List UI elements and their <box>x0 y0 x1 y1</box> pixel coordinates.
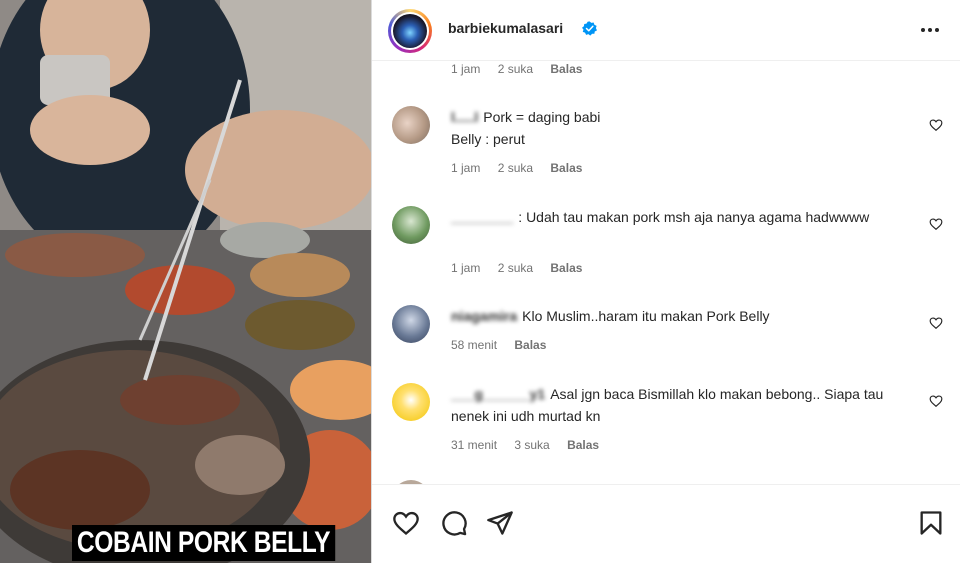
post-username[interactable]: barbiekumalasari <box>448 20 563 36</box>
profile-avatar[interactable] <box>388 9 432 53</box>
reply-button[interactable]: Balas <box>550 62 582 76</box>
comment-meta: 1 jam 2 suka Balas <box>451 161 596 175</box>
post-caption-overlay: COBAIN PORK BELLY <box>72 525 336 561</box>
commenter-avatar[interactable] <box>392 106 430 144</box>
comment-meta: 58 menit Balas <box>451 338 560 352</box>
comment-meta: 1 jam 2 suka Balas <box>451 261 596 275</box>
comment-likes[interactable]: 3 suka <box>514 438 549 452</box>
comment-likes[interactable]: 2 suka <box>498 62 533 76</box>
heart-icon[interactable] <box>929 217 943 231</box>
share-icon[interactable] <box>486 509 514 537</box>
comments-list[interactable]: 1 jam 2 suka Balas l.....l Pork = daging … <box>372 60 960 484</box>
comment-body: ________ : Udah tau makan pork msh aja na… <box>451 206 896 228</box>
commenter-avatar[interactable] <box>392 206 430 244</box>
comment-body: l.....l Pork = daging babi Belly : perut <box>451 106 896 150</box>
comment-body: ___g______y1 Asal jgn baca Bismillah klo … <box>451 383 896 427</box>
comment-time: 58 menit <box>451 338 498 352</box>
commenter-name[interactable]: niagamira <box>451 305 517 327</box>
comment-time: 31 menit <box>451 438 498 452</box>
commenter-avatar[interactable] <box>392 383 430 421</box>
reply-button[interactable]: Balas <box>567 438 599 452</box>
comment-meta: 1 jam 2 suka Balas <box>451 62 596 76</box>
more-options-icon[interactable] <box>920 20 940 40</box>
heart-icon[interactable] <box>929 394 943 408</box>
reply-button[interactable]: Balas <box>514 338 546 352</box>
bookmark-icon[interactable] <box>917 509 945 537</box>
comment-likes[interactable]: 2 suka <box>498 161 533 175</box>
commenter-avatar[interactable] <box>392 305 430 343</box>
heart-icon[interactable] <box>929 316 943 330</box>
comment-likes[interactable]: 2 suka <box>498 261 533 275</box>
reply-button[interactable]: Balas <box>550 261 582 275</box>
reply-button[interactable]: Balas <box>550 161 582 175</box>
comment-time: 1 jam <box>451 261 481 275</box>
commenter-name[interactable]: ___g______y1 <box>451 383 545 405</box>
comment-body: niagamira Klo Muslim..haram itu makan Por… <box>451 305 896 327</box>
heart-icon[interactable] <box>929 118 943 132</box>
comment-text: : Udah tau makan pork msh aja nanya agam… <box>518 209 870 225</box>
post-photo <box>0 0 371 563</box>
comment-meta: 31 menit 3 suka Balas <box>451 438 613 452</box>
commenter-name[interactable]: ________ <box>451 206 513 228</box>
post-actions-bar <box>372 484 960 564</box>
post-header: barbiekumalasari <box>372 0 960 61</box>
comment-icon[interactable] <box>440 509 468 537</box>
comment-time: 1 jam <box>451 161 481 175</box>
comments-panel: barbiekumalasari 1 jam 2 suka Balas l...… <box>372 0 960 564</box>
comment-text: Klo Muslim..haram itu makan Pork Belly <box>522 308 770 324</box>
post-media[interactable]: COBAIN PORK BELLY <box>0 0 371 563</box>
commenter-name[interactable]: l.....l <box>451 106 478 128</box>
verified-badge-icon <box>582 21 597 36</box>
heart-icon[interactable] <box>392 509 420 537</box>
comment-time: 1 jam <box>451 62 481 76</box>
